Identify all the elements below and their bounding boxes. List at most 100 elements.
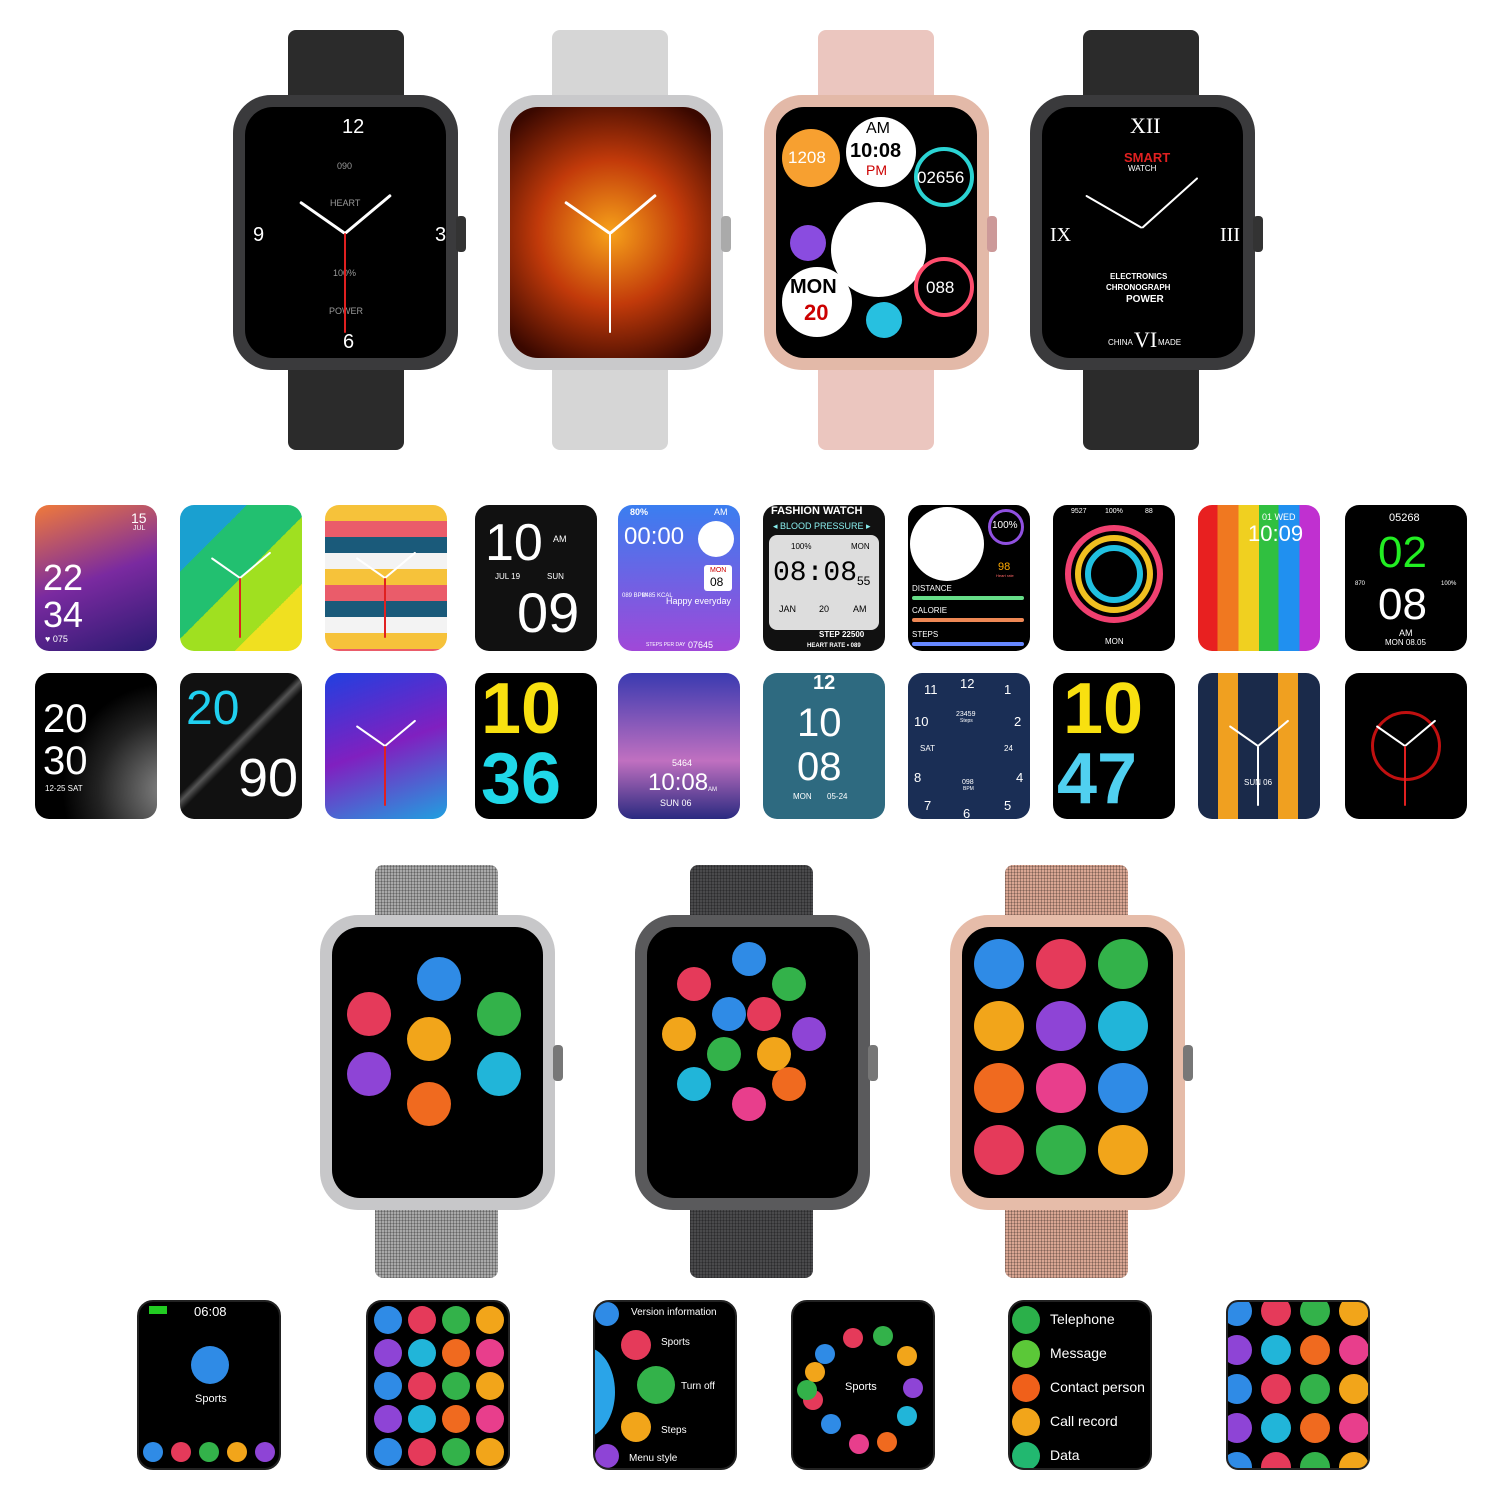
watch-face[interactable] <box>1345 673 1467 819</box>
app-icon[interactable] <box>707 1037 741 1071</box>
app-icon[interactable] <box>1300 1374 1330 1404</box>
watch-face[interactable]: 15 JUL 22 34 ♥ 075 <box>35 505 157 651</box>
app-icon[interactable] <box>677 967 711 1001</box>
app-icon[interactable] <box>1339 1335 1368 1365</box>
app-icon[interactable] <box>408 1339 436 1367</box>
app-icon[interactable] <box>805 1362 825 1382</box>
watch-face[interactable]: SUN 06 <box>1198 673 1320 819</box>
app-icon[interactable] <box>1339 1413 1368 1443</box>
watch-face[interactable]: 10 AM JUL 19 SUN 09 <box>475 505 597 651</box>
app-icon[interactable] <box>1098 1063 1148 1113</box>
app-icon[interactable] <box>374 1405 402 1433</box>
app-icon[interactable] <box>476 1405 504 1433</box>
app-icon[interactable] <box>1261 1374 1291 1404</box>
app-icon[interactable] <box>815 1344 835 1364</box>
app-icon[interactable] <box>1300 1335 1330 1365</box>
app-icon[interactable] <box>974 1125 1024 1175</box>
app-icon[interactable] <box>1228 1335 1252 1365</box>
app-icon[interactable] <box>374 1438 402 1466</box>
app-icon[interactable] <box>442 1306 470 1334</box>
app-icon[interactable] <box>1228 1413 1252 1443</box>
app-icon[interactable] <box>1036 1001 1086 1051</box>
app-icon[interactable] <box>1036 1063 1086 1113</box>
app-icon[interactable] <box>1228 1374 1252 1404</box>
app-icon[interactable] <box>974 1001 1024 1051</box>
app-icon[interactable] <box>897 1346 917 1366</box>
app-icon[interactable] <box>347 1052 391 1096</box>
app-icon[interactable] <box>1300 1413 1330 1443</box>
app-icon[interactable] <box>171 1442 191 1462</box>
app-icon[interactable] <box>143 1442 163 1462</box>
watch-face[interactable]: FASHION WATCH ◂ BLOOD PRESSURE ▸ 100% MON 08… <box>763 505 885 651</box>
app-icon[interactable] <box>374 1339 402 1367</box>
watch-face[interactable]: 80% AM 00:00 MON 08 089 BPM 0485 KCAL Happy eve… <box>618 505 740 651</box>
app-icon[interactable] <box>792 1017 826 1051</box>
app-icon[interactable] <box>255 1442 275 1462</box>
app-icon[interactable] <box>1339 1374 1368 1404</box>
app-icon[interactable] <box>1036 939 1086 989</box>
app-icon[interactable] <box>662 1017 696 1051</box>
app-icon[interactable] <box>1300 1452 1330 1468</box>
sports-icon[interactable] <box>191 1346 229 1384</box>
app-icon[interactable] <box>477 1052 521 1096</box>
app-icon[interactable] <box>757 1037 791 1071</box>
app-icon[interactable] <box>227 1442 247 1462</box>
app-icon[interactable] <box>1098 939 1148 989</box>
app-icon[interactable] <box>1228 1302 1252 1326</box>
watch-face[interactable]: 9527 100% 88 MON <box>1053 505 1175 651</box>
app-icon[interactable] <box>408 1372 436 1400</box>
app-icon[interactable] <box>797 1380 817 1400</box>
app-icon[interactable] <box>1339 1452 1368 1468</box>
app-icon[interactable] <box>843 1328 863 1348</box>
app-icon[interactable] <box>408 1405 436 1433</box>
watch-face[interactable]: 05268 02 08 AM MON 08.05 870 100% <box>1345 505 1467 651</box>
app-icon[interactable] <box>712 997 746 1031</box>
app-icon[interactable] <box>897 1406 917 1426</box>
watch-face[interactable]: 12 10 08 MON 05-24 <box>763 673 885 819</box>
app-icon[interactable] <box>347 992 391 1036</box>
app-icon[interactable] <box>1098 1125 1148 1175</box>
app-icon[interactable] <box>849 1434 869 1454</box>
app-icon[interactable] <box>407 1017 451 1061</box>
watch-face[interactable]: 10 47 <box>1053 673 1175 819</box>
watch-face[interactable] <box>325 673 447 819</box>
watch-face[interactable]: 5464 10:08 AM SUN 06 <box>618 673 740 819</box>
app-icon[interactable] <box>903 1378 923 1398</box>
watch-face[interactable]: 10 36 <box>475 673 597 819</box>
home-icon[interactable] <box>595 1347 615 1437</box>
app-icon[interactable] <box>732 1087 766 1121</box>
app-icon[interactable] <box>732 942 766 976</box>
watch-face[interactable]: 20 90 <box>180 673 302 819</box>
watch-face[interactable]: 01 WED 10:09 <box>1198 505 1320 651</box>
watch-face[interactable] <box>180 505 302 651</box>
app-icon[interactable] <box>442 1405 470 1433</box>
app-icon[interactable] <box>1261 1452 1291 1468</box>
app-icon[interactable] <box>374 1306 402 1334</box>
app-icon[interactable] <box>877 1432 897 1452</box>
app-icon[interactable] <box>442 1438 470 1466</box>
app-icon[interactable] <box>374 1372 402 1400</box>
app-icon[interactable] <box>1339 1302 1368 1326</box>
watch-face[interactable]: 100% 98 Heart rate DISTANCE CALORIE STEPS <box>908 505 1030 651</box>
app-icon[interactable] <box>476 1306 504 1334</box>
app-icon[interactable] <box>417 957 461 1001</box>
app-icon[interactable] <box>772 967 806 1001</box>
app-icon[interactable] <box>974 1063 1024 1113</box>
app-icon[interactable] <box>199 1442 219 1462</box>
app-icon[interactable] <box>408 1438 436 1466</box>
app-icon[interactable] <box>407 1082 451 1126</box>
app-icon[interactable] <box>476 1339 504 1367</box>
watch-face[interactable]: 12 11 1 10 2 8 4 7 6 5 23459 Steps SAT 24 098 BPM <box>908 673 1030 819</box>
app-icon[interactable] <box>747 997 781 1031</box>
app-icon[interactable] <box>1098 1001 1148 1051</box>
watch-face[interactable]: 20 30 12-25 SAT <box>35 673 157 819</box>
app-icon[interactable] <box>1036 1125 1086 1175</box>
app-icon[interactable] <box>873 1326 893 1346</box>
app-icon[interactable] <box>1228 1452 1252 1468</box>
app-icon[interactable] <box>477 992 521 1036</box>
app-icon[interactable] <box>1261 1302 1291 1326</box>
app-icon[interactable] <box>821 1414 841 1434</box>
watch-face[interactable] <box>325 505 447 651</box>
app-icon[interactable] <box>476 1372 504 1400</box>
app-icon[interactable] <box>974 939 1024 989</box>
